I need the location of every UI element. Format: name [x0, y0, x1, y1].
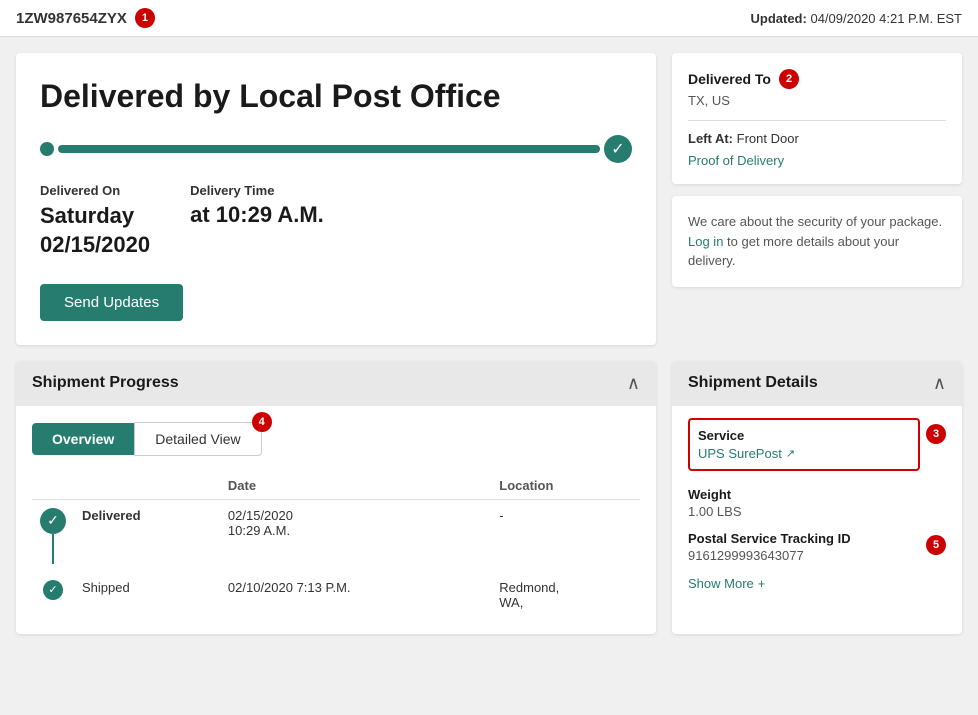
main-content: Delivered by Local Post Office ✓ Deliver…: [0, 37, 978, 361]
shipment-progress-body: Overview Detailed View 4 Date Location: [16, 406, 656, 634]
status-cell: ✓: [32, 499, 74, 572]
delivery-time-value: at 10:29 A.M.: [190, 202, 324, 228]
service-box: Service UPS SurePost ↗: [688, 418, 920, 471]
divider: [688, 120, 946, 121]
status-cell-2: ✓: [32, 572, 74, 618]
shipment-progress-panel: Shipment Progress ∧ Overview Detailed Vi…: [16, 361, 656, 634]
service-label: Service: [698, 428, 910, 443]
progress-bar-wrap: ✓: [40, 135, 632, 163]
service-link[interactable]: UPS SurePost ↗: [698, 446, 795, 461]
timeline-line: [52, 534, 54, 564]
shipment-details-header: Shipment Details ∧: [672, 361, 962, 406]
event-cell: Delivered: [74, 499, 220, 572]
tab-overview[interactable]: Overview: [32, 423, 134, 455]
delivery-card: Delivered by Local Post Office ✓ Deliver…: [16, 53, 656, 345]
service-badge: 3: [926, 424, 946, 444]
send-updates-button[interactable]: Send Updates: [40, 284, 183, 321]
show-more-link[interactable]: Show More +: [688, 576, 765, 591]
delivered-to-label: Delivered To: [688, 71, 771, 87]
collapse-icon[interactable]: ∧: [627, 373, 640, 394]
updated-text: Updated: 04/09/2020 4:21 P.M. EST: [751, 11, 963, 26]
delivered-to-badge: 2: [779, 69, 799, 89]
tracking-badge: 1: [135, 8, 155, 28]
progress-bar-bg: [58, 145, 600, 153]
date-cell-2: 02/10/2020 7:13 P.M.: [220, 572, 491, 618]
progress-bar-fill: [58, 145, 600, 153]
login-link[interactable]: Log in: [688, 234, 723, 249]
shipment-table: Date Location ✓ Delivered: [32, 472, 640, 618]
location-cell-2: Redmond,WA,: [491, 572, 640, 618]
col-location: Location: [491, 472, 640, 500]
table-row: ✓ Shipped 02/10/2020 7:13 P.M. Redmond,W…: [32, 572, 640, 618]
col-event: [74, 472, 220, 500]
delivered-to-value: TX, US: [688, 93, 946, 108]
delivered-to-header: Delivered To 2: [688, 69, 946, 89]
postal-tracking-value: 9161299993643077: [688, 548, 920, 563]
delivery-time-label: Delivery Time: [190, 183, 324, 198]
col-date: Date: [220, 472, 491, 500]
col-status: [32, 472, 74, 500]
top-bar: 1ZW987654ZYX 1 Updated: 04/09/2020 4:21 …: [0, 0, 978, 37]
postal-tracking-section: Postal Service Tracking ID 9161299993643…: [688, 531, 946, 575]
weight-section: Weight 1.00 LBS: [688, 487, 946, 519]
bottom-section: Shipment Progress ∧ Overview Detailed Vi…: [0, 361, 978, 650]
shipment-progress-header: Shipment Progress ∧: [16, 361, 656, 406]
security-card: We care about the security of your packa…: [672, 196, 962, 287]
delivered-to-card: Delivered To 2 TX, US Left At: Front Doo…: [672, 53, 962, 184]
security-text: We care about the security of your packa…: [688, 212, 946, 271]
status-circle-small: ✓: [43, 580, 63, 600]
left-at-row: Left At: Front Door: [688, 131, 946, 146]
external-link-icon: ↗: [786, 447, 795, 460]
tabs-row: Overview Detailed View 4: [32, 422, 640, 456]
tracking-id-wrap: 1ZW987654ZYX 1: [16, 8, 155, 28]
tab-detailed-badge: 4: [252, 412, 272, 432]
delivered-on-value: Saturday 02/15/2020: [40, 202, 150, 259]
postal-tracking-label: Postal Service Tracking ID: [688, 531, 920, 546]
delivery-title: Delivered by Local Post Office: [40, 77, 632, 115]
shipment-details-panel: Shipment Details ∧ Service UPS SurePost …: [672, 361, 962, 634]
delivered-on-label: Delivered On: [40, 183, 150, 198]
delivery-time-section: Delivery Time at 10:29 A.M.: [190, 183, 324, 259]
weight-label: Weight: [688, 487, 946, 502]
right-panels: Delivered To 2 TX, US Left At: Front Doo…: [672, 53, 962, 345]
postal-tracking-badge: 5: [926, 535, 946, 555]
shipment-details-body: Service UPS SurePost ↗ 3 Weight 1.00 LBS…: [672, 406, 962, 603]
shipment-progress-title: Shipment Progress: [32, 374, 179, 392]
table-row: ✓ Delivered 02/15/2020 10:29 A.M. -: [32, 499, 640, 572]
details-collapse-icon[interactable]: ∧: [933, 373, 946, 394]
progress-start-dot: [40, 142, 54, 156]
status-check-icon: ✓: [40, 508, 66, 534]
delivery-info-row: Delivered On Saturday 02/15/2020 Deliver…: [40, 183, 632, 259]
date-cell: 02/15/2020 10:29 A.M.: [220, 499, 491, 572]
weight-value: 1.00 LBS: [688, 504, 946, 519]
shipment-details-title: Shipment Details: [688, 374, 818, 392]
progress-check-icon: ✓: [604, 135, 632, 163]
event-cell-2: Shipped: [74, 572, 220, 618]
location-cell: -: [491, 499, 640, 572]
tab-detailed-wrap: Detailed View 4: [134, 422, 261, 456]
proof-of-delivery-link[interactable]: Proof of Delivery: [688, 153, 784, 168]
tracking-id: 1ZW987654ZYX: [16, 10, 127, 27]
show-more-icon: +: [758, 576, 766, 591]
delivered-on-section: Delivered On Saturday 02/15/2020: [40, 183, 150, 259]
tab-detailed[interactable]: Detailed View: [134, 422, 261, 456]
